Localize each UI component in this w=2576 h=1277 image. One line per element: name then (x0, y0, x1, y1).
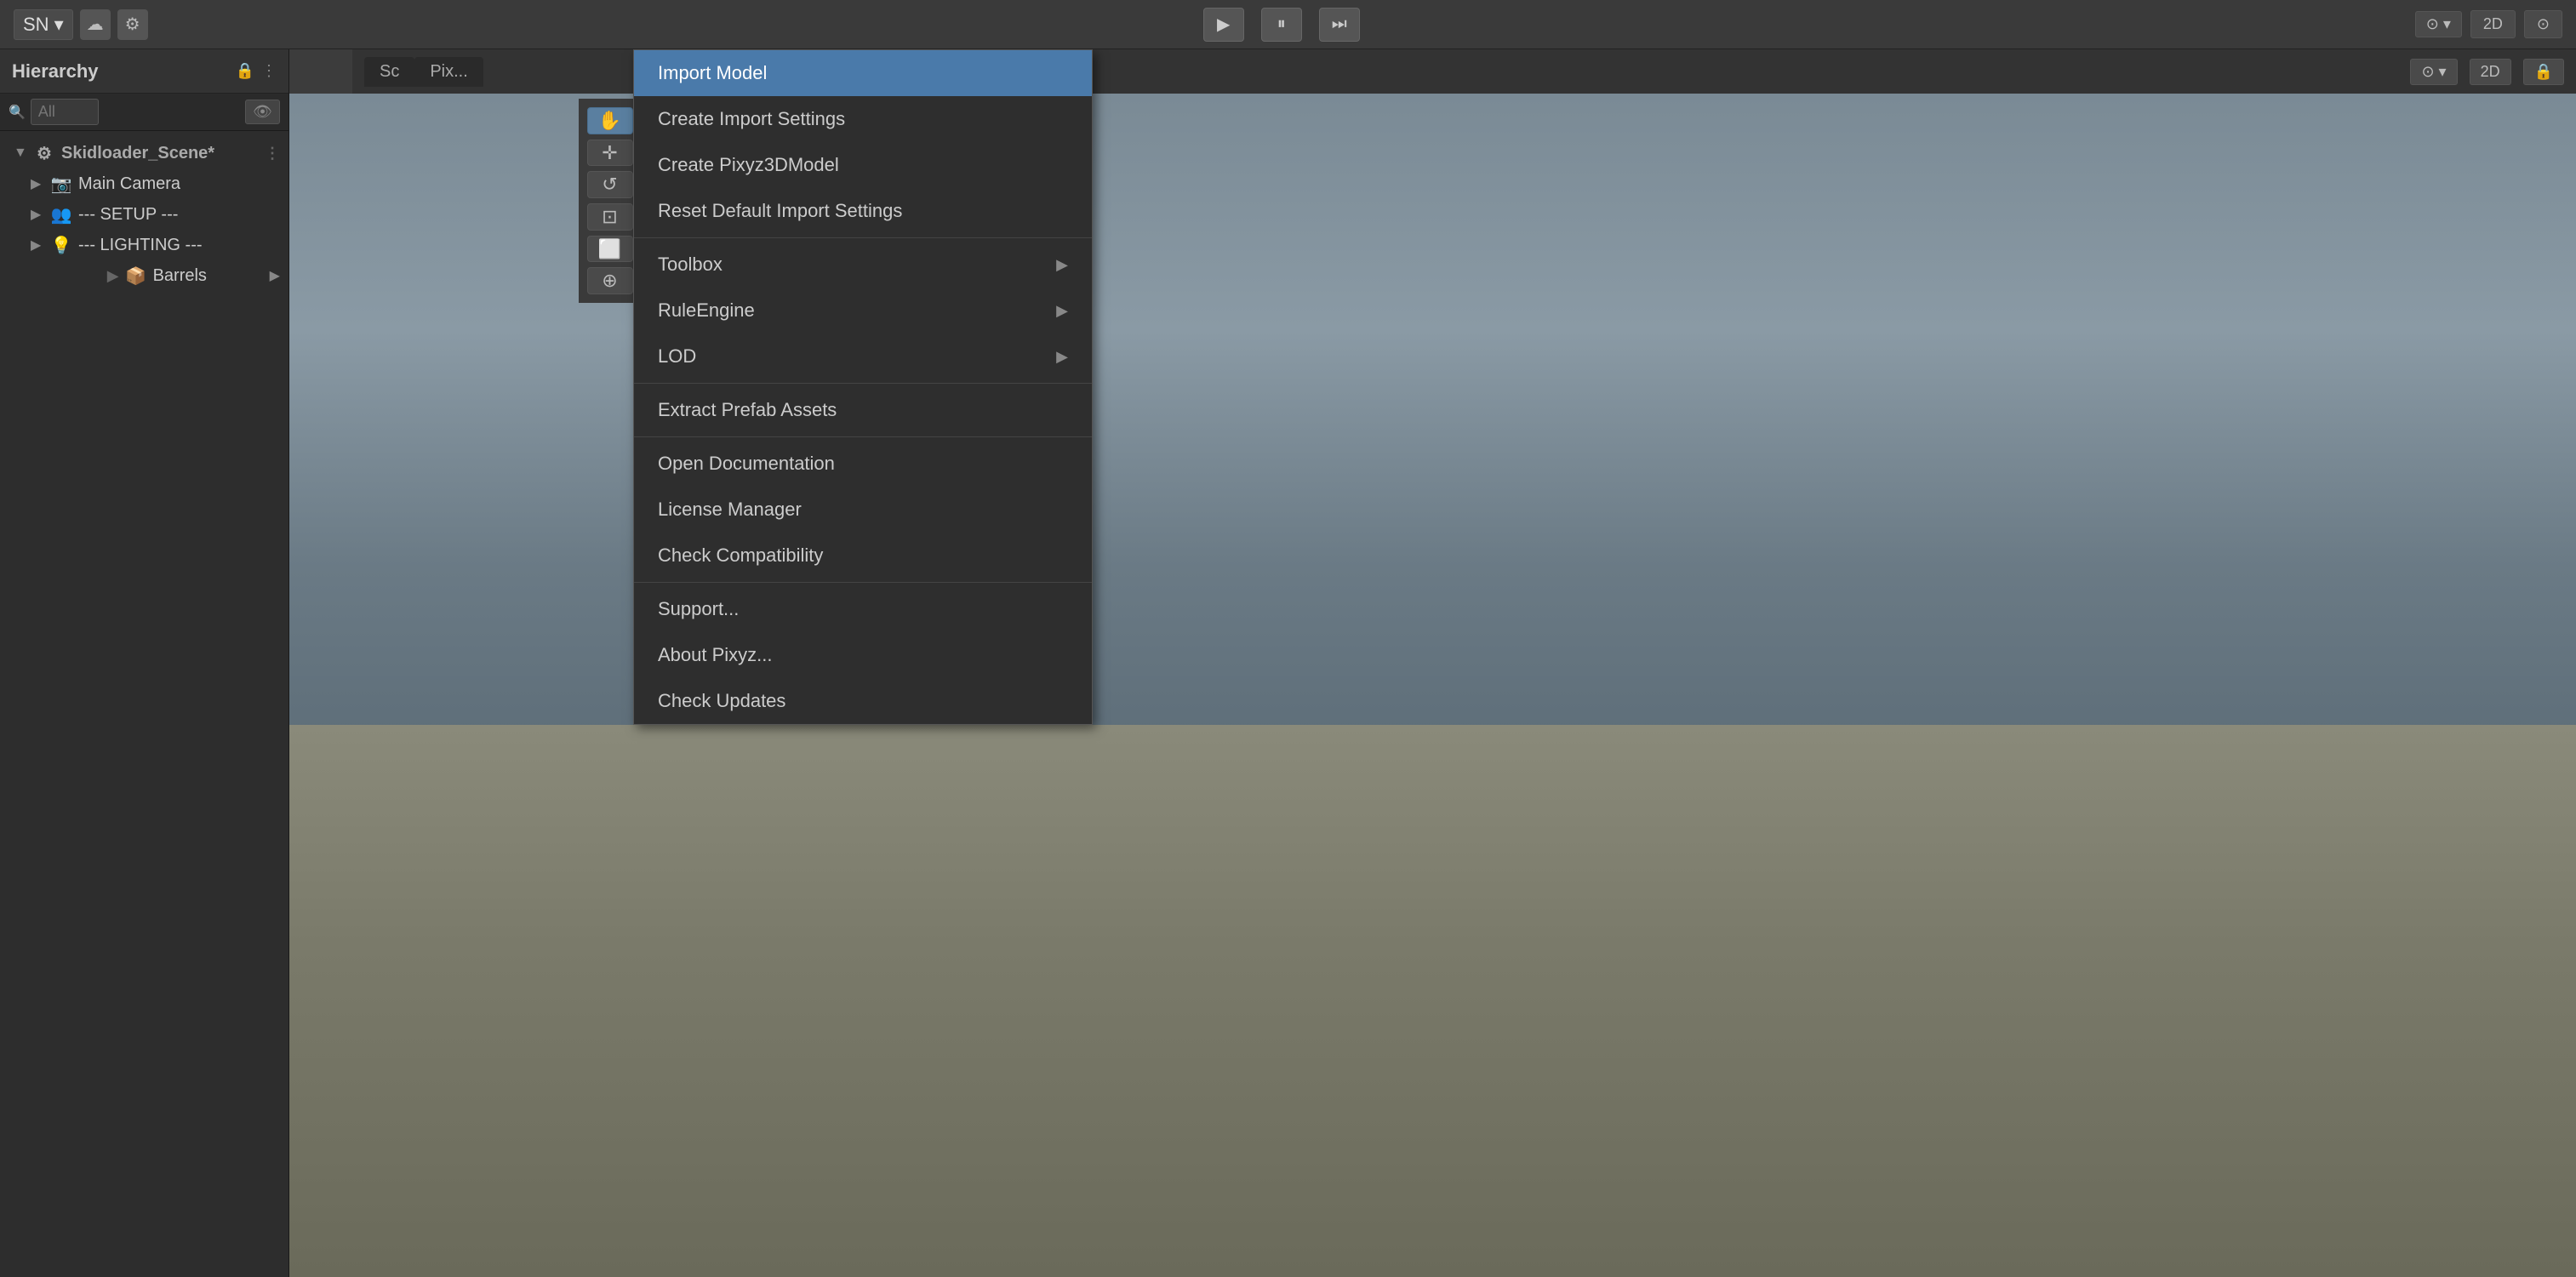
search-icon: 🔍 (9, 104, 26, 121)
context-menu: Import Model Create Import Settings Create… (633, 49, 1093, 725)
menu-item-label: Create Import Settings (658, 108, 845, 130)
search-bar: 🔍 👁 (0, 94, 288, 131)
visibility-toggle[interactable]: 👁 (245, 100, 280, 124)
menu-separator (634, 237, 1092, 238)
group-icon: 👥 (51, 204, 71, 225)
barrels-label: Barrels (153, 266, 207, 286)
rotate-tool-button[interactable]: ↺ (587, 171, 633, 198)
menu-item-label: Create Pixyz3DModel (658, 154, 839, 176)
menu-item-open-documentation[interactable]: Open Documentation (634, 441, 1092, 487)
menu-item-about-pixyz[interactable]: About Pixyz... (634, 632, 1092, 678)
submenu-arrow-icon: ▶ (1056, 256, 1068, 274)
top-bar: SN ▾ ☁ ⚙ ▶ ⏸ ⏭ ⊙ ▾ 2D ⊙ (0, 0, 2576, 49)
viewport-controls: ⊙ ▾ 2D 🔒 (2410, 59, 2564, 85)
hierarchy-item-lighting[interactable]: ▶ 💡 --- LIGHTING --- (0, 230, 288, 260)
menu-item-label: Support... (658, 598, 739, 620)
menu-item-create-pixyz3dmodel[interactable]: Create Pixyz3DModel (634, 142, 1092, 188)
menu-item-label: RuleEngine (658, 299, 755, 322)
lighting-label: --- LIGHTING --- (78, 236, 203, 255)
barrels-arrow-right: ▶ (107, 267, 119, 285)
menu-item-label: Open Documentation (658, 453, 835, 475)
menu-item-label: Extract Prefab Assets (658, 399, 837, 421)
scene-name: Skidloader_Scene* (61, 144, 214, 163)
2d-view-button[interactable]: 2D (2470, 59, 2511, 85)
search-input[interactable] (31, 99, 99, 125)
cloud-icon[interactable]: ☁ (80, 9, 111, 40)
menu-separator (634, 436, 1092, 437)
menu-item-label: Import Model (658, 62, 767, 84)
hierarchy-header: Hierarchy 🔒 ⋮ (0, 49, 288, 94)
menu-item-label: About Pixyz... (658, 644, 773, 666)
menu-item-check-compatibility[interactable]: Check Compatibility (634, 533, 1092, 579)
hierarchy-list: ▼ ⚙ Skidloader_Scene* ⋮ ▶ 📷 Main Camera … (0, 131, 288, 298)
barrels-expand[interactable]: ▶ (270, 267, 280, 284)
scene-tab[interactable]: Sc (364, 57, 414, 87)
gizmo-button[interactable]: 🔒 (2523, 59, 2564, 85)
menu-item-extract-prefab-assets[interactable]: Extract Prefab Assets (634, 387, 1092, 433)
hierarchy-panel: Hierarchy 🔒 ⋮ 🔍 👁 ▼ ⚙ Skidloader_Scene* … (0, 49, 289, 1277)
more-icon[interactable]: ⋮ (261, 62, 277, 80)
hierarchy-item-barrels[interactable]: ▶ 📦 Barrels ▶ (0, 260, 288, 291)
menu-item-lod[interactable]: LOD ▶ (634, 334, 1092, 379)
setup-label: --- SETUP --- (78, 205, 178, 225)
camera-icon: 📷 (51, 174, 71, 194)
expand-arrow-lighting: ▶ (31, 237, 44, 254)
menu-item-reset-default-import-settings[interactable]: Reset Default Import Settings (634, 188, 1092, 234)
expand-arrow-setup: ▶ (31, 206, 44, 223)
layer-dropdown[interactable]: ⊙ ▾ (2415, 11, 2462, 37)
chevron-down-icon: ▾ (54, 14, 64, 36)
hierarchy-item-main-camera[interactable]: ▶ 📷 Main Camera (0, 168, 288, 199)
play-button[interactable]: ▶ (1203, 8, 1244, 42)
move-tool-button[interactable]: ✛ (587, 140, 633, 167)
pause-button[interactable]: ⏸ (1261, 8, 1302, 42)
menu-item-check-updates[interactable]: Check Updates (634, 678, 1092, 724)
scene-icon: ⚙ (34, 143, 54, 163)
menu-item-label: Toolbox (658, 254, 723, 276)
menu-item-support[interactable]: Support... (634, 586, 1092, 632)
pixyz-tab[interactable]: Pix... (414, 57, 483, 87)
menu-item-license-manager[interactable]: License Manager (634, 487, 1092, 533)
scene-root[interactable]: ▼ ⚙ Skidloader_Scene* ⋮ (0, 138, 288, 168)
light-icon: 💡 (51, 235, 71, 255)
rect-tool-button[interactable]: ⬜ (587, 236, 633, 263)
pixyz-tab-label: Pix... (430, 62, 467, 81)
expand-arrow: ▼ (14, 145, 27, 161)
menu-item-toolbox[interactable]: Toolbox ▶ (634, 242, 1092, 288)
hierarchy-item-setup[interactable]: ▶ 👥 --- SETUP --- (0, 199, 288, 230)
unity-collab-icon[interactable]: ⚙ (117, 9, 148, 40)
toolbar-strip: ✋ ✛ ↺ ⊡ ⬜ ⊕ (579, 99, 642, 303)
expand-arrow-camera: ▶ (31, 175, 44, 192)
transform-tool-button[interactable]: ⊕ (587, 267, 633, 294)
menu-item-label: Reset Default Import Settings (658, 200, 902, 222)
2d-button[interactable]: 2D (2470, 10, 2516, 38)
scene-options[interactable]: ⋮ (265, 145, 280, 162)
hand-tool-button[interactable]: ✋ (587, 107, 633, 134)
menu-separator (634, 383, 1092, 384)
ground-plane (289, 725, 2576, 1277)
menu-item-label: Check Compatibility (658, 544, 823, 567)
menu-item-label: Check Updates (658, 690, 785, 712)
menu-item-label: License Manager (658, 499, 802, 521)
menu-item-create-import-settings[interactable]: Create Import Settings (634, 96, 1092, 142)
sn-dropdown[interactable]: SN ▾ (14, 9, 73, 40)
menu-item-label: LOD (658, 345, 696, 368)
step-button[interactable]: ⏭ (1319, 8, 1360, 42)
lock-icon[interactable]: 🔒 (236, 62, 254, 80)
scene-tab-label: Sc (380, 62, 399, 81)
menu-item-ruleengine[interactable]: RuleEngine ▶ (634, 288, 1092, 334)
layers-button[interactable]: ⊙ (2524, 10, 2562, 38)
submenu-arrow-icon: ▶ (1056, 302, 1068, 320)
menu-item-import-model[interactable]: Import Model (634, 50, 1092, 96)
hierarchy-title: Hierarchy (12, 60, 99, 83)
viewport-area: Sc Pix... ⊙ ▾ 2D 🔒 ✋ ✛ ↺ ⊡ ⬜ ⊕ Import Mo… (289, 49, 2576, 1277)
camera-view-button[interactable]: ⊙ ▾ (2410, 59, 2457, 85)
main-camera-label: Main Camera (78, 174, 180, 194)
sn-label: SN (23, 14, 49, 36)
submenu-arrow-icon: ▶ (1056, 348, 1068, 366)
scale-tool-button[interactable]: ⊡ (587, 203, 633, 231)
menu-separator (634, 582, 1092, 583)
barrels-icon: 📦 (126, 265, 146, 286)
